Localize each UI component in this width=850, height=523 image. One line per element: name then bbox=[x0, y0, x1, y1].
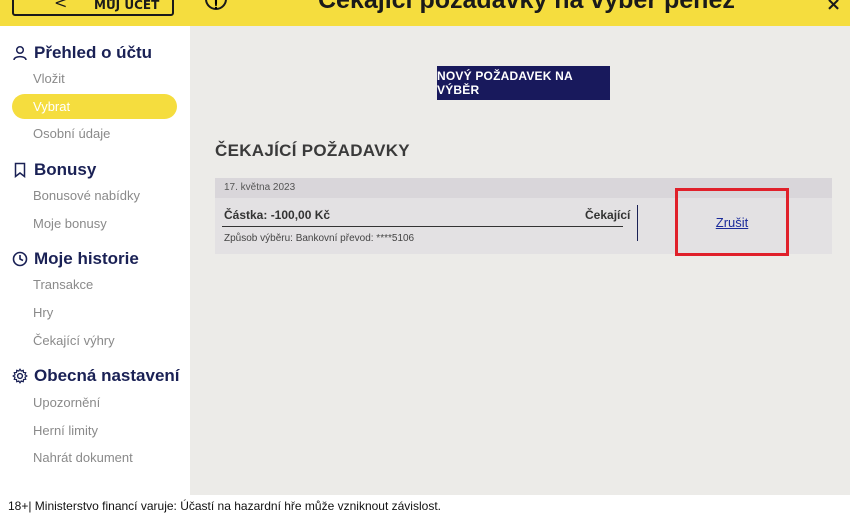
sidebar-item-withdraw[interactable]: Vybrat bbox=[12, 94, 177, 119]
request-status: Čekající bbox=[585, 208, 631, 222]
sidebar-item-deposit[interactable]: Vložit bbox=[12, 66, 177, 91]
sidebar-item-transactions[interactable]: Transakce bbox=[12, 272, 177, 297]
main-content: NOVÝ POŽADAVEK NA VÝBĚR ČEKAJÍCÍ POŽADAV… bbox=[190, 26, 850, 495]
new-withdrawal-request-button[interactable]: NOVÝ POŽADAVEK NA VÝBĚR bbox=[437, 66, 610, 100]
sidebar-item-upload-document[interactable]: Nahrát dokument bbox=[12, 445, 177, 470]
sidebar-section-history[interactable]: Moje historie bbox=[12, 249, 139, 269]
sidebar-item-gaming-limits[interactable]: Herní limity bbox=[12, 418, 177, 443]
sidebar-item-notifications[interactable]: Upozornění bbox=[12, 390, 177, 415]
request-date: 17. května 2023 bbox=[224, 182, 296, 193]
sidebar-section-title: Moje historie bbox=[34, 249, 139, 268]
sidebar-section-title: Obecná nastavení bbox=[34, 366, 180, 385]
page-title: Čekající požadavky na výběr peněz bbox=[318, 0, 735, 14]
gambling-warning-notice: 18+| Ministerstvo financí varuje: Účastí… bbox=[8, 499, 441, 513]
sidebar-section-account[interactable]: Přehled o účtu bbox=[12, 43, 152, 63]
sidebar-item-pending-wins[interactable]: Čekající výhry bbox=[12, 328, 177, 353]
sidebar-section-settings[interactable]: Obecná nastavení bbox=[12, 366, 180, 386]
vertical-divider bbox=[637, 205, 638, 241]
sidebar-item-games[interactable]: Hry bbox=[12, 300, 177, 325]
sidebar-item-personal-data[interactable]: Osobní údaje bbox=[12, 121, 177, 146]
cancel-highlight-box: Zrušit bbox=[675, 188, 789, 256]
sidebar: Přehled o účtu Vložit Vybrat Osobní údaj… bbox=[0, 26, 190, 495]
info-icon[interactable]: ! bbox=[205, 0, 227, 12]
request-amount: Částka: -100,00 Kč bbox=[224, 208, 331, 222]
sidebar-section-title: Bonusy bbox=[34, 160, 97, 179]
close-icon[interactable]: × bbox=[826, 0, 841, 15]
divider bbox=[222, 226, 623, 227]
clock-icon bbox=[12, 251, 28, 267]
back-to-account-button[interactable]: < MŮJ ÚČET bbox=[12, 0, 174, 16]
cancel-request-link[interactable]: Zrušit bbox=[716, 215, 749, 230]
gear-icon bbox=[12, 368, 28, 384]
sidebar-section-title: Přehled o účtu bbox=[34, 43, 153, 62]
pending-requests-heading: ČEKAJÍCÍ POŽADAVKY bbox=[215, 141, 410, 160]
sidebar-section-bonuses[interactable]: Bonusy bbox=[12, 160, 96, 180]
back-button-label: MŮJ ÚČET bbox=[94, 0, 160, 12]
sidebar-item-bonus-offers[interactable]: Bonusové nabídky bbox=[12, 183, 177, 208]
arrow-left-icon: < bbox=[54, 0, 68, 12]
bookmark-icon bbox=[14, 162, 26, 178]
user-icon bbox=[13, 45, 27, 61]
top-bar: < MŮJ ÚČET ! Čekající požadavky na výběr… bbox=[0, 0, 850, 26]
withdrawal-method: Způsob výběru: Bankovní převod: ****5106 bbox=[224, 233, 415, 244]
sidebar-item-my-bonuses[interactable]: Moje bonusy bbox=[12, 211, 177, 236]
